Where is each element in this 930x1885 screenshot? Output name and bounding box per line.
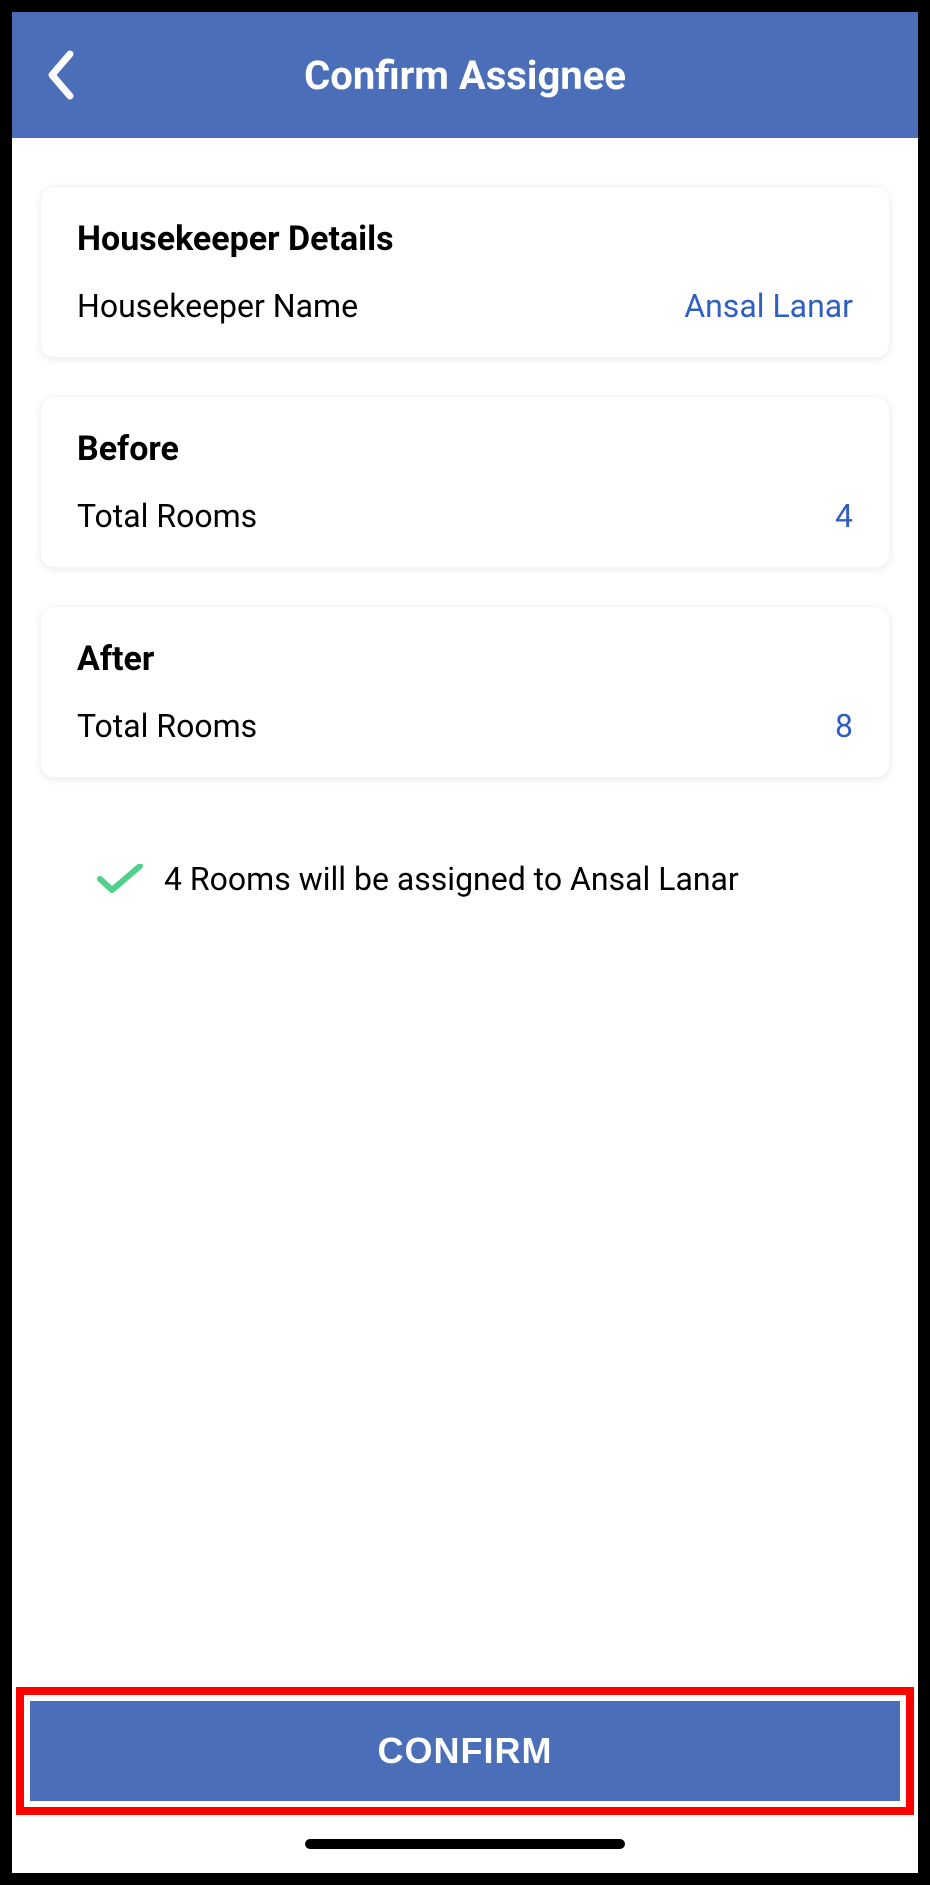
before-rooms-label: Total Rooms (77, 497, 257, 535)
back-button[interactable] (36, 50, 86, 100)
confirm-highlight: CONFIRM (16, 1687, 914, 1815)
housekeeper-name-value: Ansal Lanar (684, 287, 853, 325)
check-icon (96, 864, 144, 894)
page-title: Confirm Assignee (12, 52, 918, 99)
before-card: Before Total Rooms 4 (40, 396, 890, 568)
after-card: After Total Rooms 8 (40, 606, 890, 778)
screen: Confirm Assignee Housekeeper Details Hou… (12, 12, 918, 1873)
assignment-summary: 4 Rooms will be assigned to Ansal Lanar (40, 832, 890, 926)
chevron-left-icon (46, 50, 76, 100)
after-rooms-row: Total Rooms 8 (77, 707, 853, 745)
card-title: Housekeeper Details (77, 219, 853, 259)
housekeeper-details-card: Housekeeper Details Housekeeper Name Ans… (40, 186, 890, 358)
before-rooms-row: Total Rooms 4 (77, 497, 853, 535)
card-title: Before (77, 429, 853, 469)
device-frame: Confirm Assignee Housekeeper Details Hou… (0, 0, 930, 1885)
after-rooms-label: Total Rooms (77, 707, 257, 745)
housekeeper-name-label: Housekeeper Name (77, 287, 358, 325)
after-rooms-value: 8 (835, 707, 853, 745)
header-bar: Confirm Assignee (12, 12, 918, 138)
summary-text: 4 Rooms will be assigned to Ansal Lanar (164, 860, 739, 898)
home-indicator (305, 1839, 625, 1849)
confirm-button[interactable]: CONFIRM (30, 1701, 900, 1801)
housekeeper-name-row: Housekeeper Name Ansal Lanar (77, 287, 853, 325)
before-rooms-value: 4 (835, 497, 853, 535)
content-area: Housekeeper Details Housekeeper Name Ans… (12, 138, 918, 1687)
card-title: After (77, 639, 853, 679)
